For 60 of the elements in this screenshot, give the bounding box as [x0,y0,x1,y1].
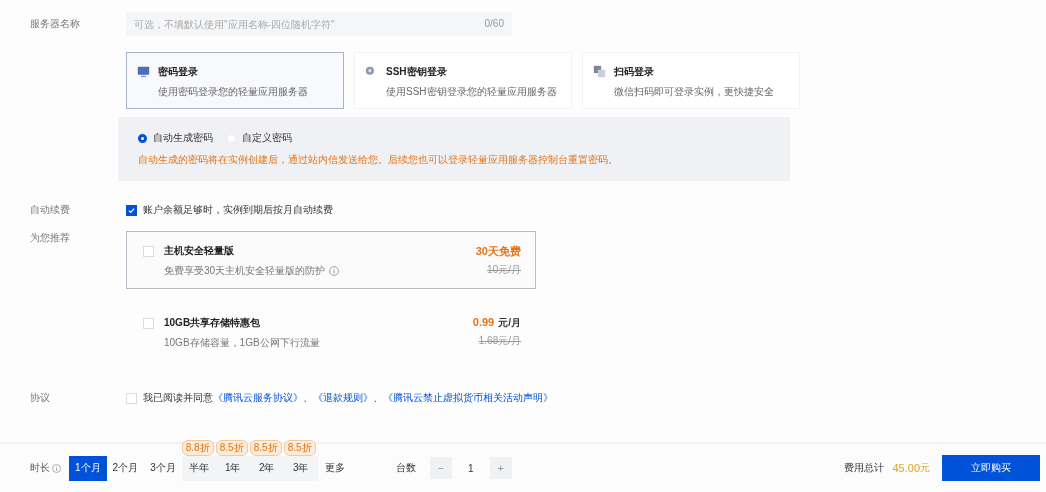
agreement-text: 、 [303,391,313,405]
password-hint: 自动生成的密码将在实例创建后，通过站内信发送给您。后续您也可以登录轻量应用服务器控制台重置密码。 [138,153,619,167]
duration-option[interactable]: 3年 [283,455,318,481]
agreement-text: 我已阅读并同意 [143,391,213,405]
price: 30天免费 [475,244,521,259]
recommendation-card[interactable]: 10GB共享存储特惠包 10GB存储容量，1GB公网下行流量 0.99 元/月 1.68元/月 [126,303,536,361]
login-method-description: 使用密码登录您的轻量应用服务器 [158,85,308,99]
qr-code-icon [593,65,606,78]
total-label: 费用总计 [844,461,885,475]
duration-option[interactable]: 半年 [181,455,216,481]
duration-option[interactable]: 更多 [317,455,352,481]
product-title: 10GB共享存储特惠包 [164,316,262,330]
monitor-icon [137,65,150,78]
character-counter: 0/60 [484,18,504,29]
discount-badge: 8.5折 [283,439,316,456]
original-price: 1.68元/月 [478,334,521,348]
field-label: 协议 [30,391,51,405]
duration-option[interactable]: 2个月 [106,455,145,481]
field-label: 自动续费 [30,203,71,217]
quantity-value[interactable]: 1 [451,462,490,474]
currency-unit: 元 [920,461,930,475]
price: 0.99 [472,316,495,328]
product-description: 10GB存储容量，1GB公网下行流量 [164,336,320,350]
discount-badge: 8.5折 [215,439,248,456]
login-method-card[interactable]: SSH密钥登录 使用SSH密钥登录您的轻量应用服务器 [354,52,572,109]
discount-badge: 8.8折 [181,439,214,456]
field-label: 为您推荐 [30,231,71,245]
info-icon[interactable] [329,266,340,276]
discount-badge: 8.5折 [249,439,282,456]
info-icon[interactable] [52,463,61,473]
buy-now-button[interactable]: 立即购买 [942,455,1040,481]
radio-label: 自定义密码 [242,131,292,145]
price-unit: 元/月 [498,316,521,330]
login-method-title: SSH密钥登录 [386,65,448,79]
radio-button[interactable] [138,133,147,143]
login-method-description: 使用SSH密钥登录您的轻量应用服务器 [386,85,557,99]
agreement-link[interactable]: 《腾讯云禁止虚拟货币相关活动声明》 [383,391,553,405]
duration-label: 时长 [30,461,50,475]
total-price: 45.00 [892,462,920,474]
duration-option[interactable]: 1年 [215,455,250,481]
agreement-link[interactable]: 《腾讯云服务协议》 [213,391,303,405]
duration-option[interactable]: 3个月 [144,455,182,481]
agreement-link[interactable]: 《退款规则》 [313,391,373,405]
login-method-title: 密码登录 [158,65,199,79]
agreement-text: 、 [373,391,383,405]
login-method-card[interactable]: 密码登录 使用密码登录您的轻量应用服务器 [126,52,344,109]
recommendation-card[interactable]: 主机安全轻量版 免费享受30天主机安全轻量版的防护 30天免费 10元/月 [126,231,536,289]
duration-option[interactable]: 1个月 [69,455,107,481]
field-label: 服务器名称 [30,17,81,31]
original-price: 10元/月 [487,263,521,277]
radio-label: 自动生成密码 [153,131,213,145]
auto-renew-text: 账户余额足够时，实例到期后按月自动续费 [143,203,333,217]
login-method-title: 扫码登录 [614,65,655,79]
quantity-label: 台数 [395,461,416,475]
duration-option[interactable]: 2年 [249,455,284,481]
product-description: 免费享受30天主机安全轻量版的防护 [164,264,326,278]
login-method-description: 微信扫码即可登录实例，更快捷安全 [614,85,774,99]
login-method-card[interactable]: 扫码登录 微信扫码即可登录实例，更快捷安全 [582,52,800,109]
checkbox[interactable] [126,204,137,216]
product-title: 主机安全轻量版 [164,244,235,258]
